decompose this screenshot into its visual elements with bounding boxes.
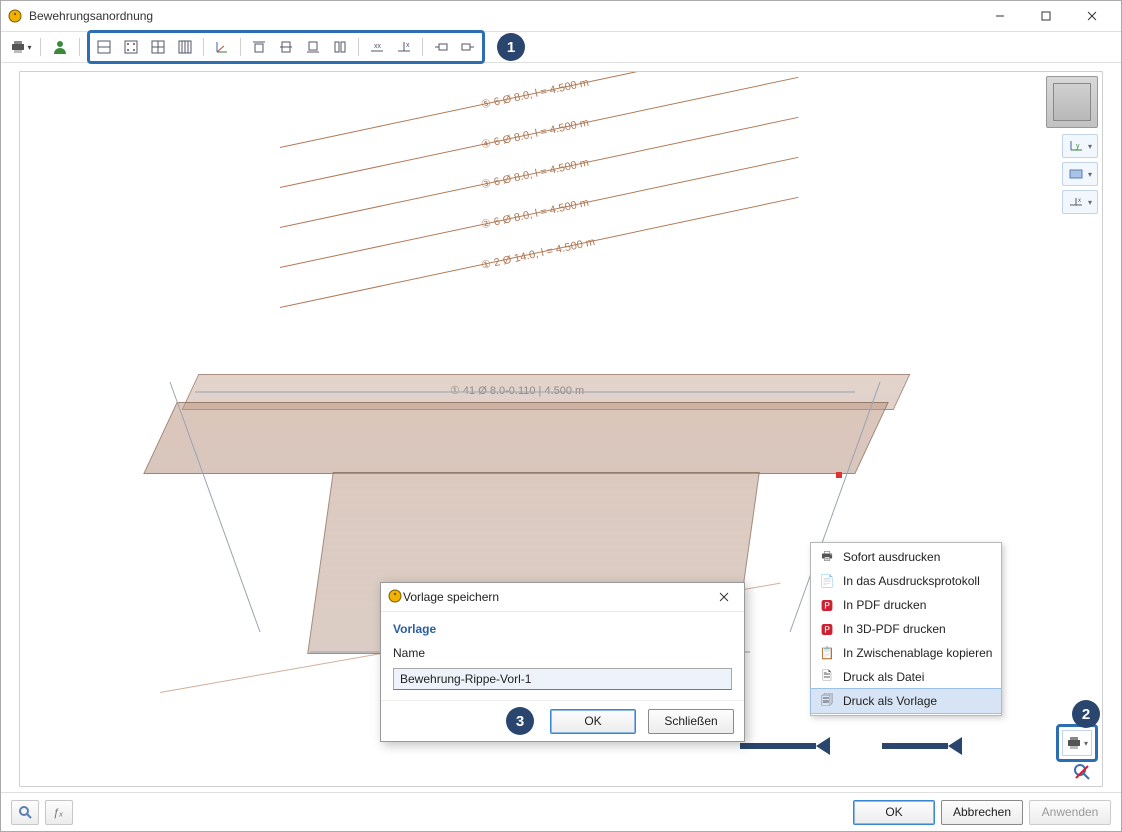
print-context-menu: 🖶Sofort ausdrucken 📄In das Ausdrucksprot… bbox=[810, 542, 1002, 716]
cancel-button[interactable]: Abbrechen bbox=[941, 800, 1023, 825]
main-toolbar: ▾ xx x 1 bbox=[1, 32, 1121, 63]
settings-icon[interactable]: ƒₓ bbox=[45, 800, 73, 825]
view-grid-icon[interactable] bbox=[119, 35, 143, 59]
dialog-close-button-footer[interactable]: Schließen bbox=[648, 709, 734, 734]
zoom-reset-icon[interactable] bbox=[1072, 762, 1092, 782]
view-rebar-icon[interactable] bbox=[173, 35, 197, 59]
dialog-title: Vorlage speichern bbox=[403, 590, 710, 604]
rebar-label-1: ① 2 Ø 14.0, l = 4.500 m bbox=[480, 235, 596, 272]
arrow-menu-to-dialog bbox=[740, 740, 830, 750]
align-bottom-icon[interactable] bbox=[301, 35, 325, 59]
marker-2: 2 bbox=[1072, 700, 1100, 728]
expand-left-icon[interactable] bbox=[429, 35, 453, 59]
close-button[interactable] bbox=[1069, 1, 1115, 31]
window-title: Bewehrungsanordnung bbox=[29, 9, 977, 23]
svg-text:y: y bbox=[1076, 143, 1080, 150]
save-template-dialog: Vorlage speichern Vorlage Name 3 OK Schl… bbox=[380, 582, 745, 742]
distribute-icon[interactable] bbox=[328, 35, 352, 59]
print-dropdown-highlight: ▾ bbox=[1056, 724, 1098, 762]
template-name-input[interactable] bbox=[393, 668, 732, 690]
view-center-icon[interactable] bbox=[146, 35, 170, 59]
footer-bar: ƒₓ OK Abbrechen Anwenden bbox=[1, 792, 1121, 831]
expand-right-icon[interactable] bbox=[456, 35, 480, 59]
pdf-icon: 🅿 bbox=[819, 597, 835, 614]
print-dropdown-button[interactable]: ▾ bbox=[9, 35, 33, 59]
rebar-label-4: ④ 6 Ø 8.0, l = 4.500 m bbox=[480, 116, 590, 152]
axis-icon[interactable] bbox=[210, 35, 234, 59]
view-options-group: xx x bbox=[87, 30, 485, 64]
ok-button[interactable]: OK bbox=[853, 800, 935, 825]
rebar-label-3: ③ 6 Ø 8.0, l = 4.500 m bbox=[480, 156, 590, 192]
dialog-ok-button[interactable]: OK bbox=[550, 709, 636, 734]
template-icon: 🗐 bbox=[819, 691, 835, 712]
app-icon bbox=[7, 8, 23, 24]
name-label: Name bbox=[393, 646, 732, 660]
marker-3: 3 bbox=[506, 707, 534, 735]
viewport-3d[interactable]: y▾ ▾ x▾ ⑤ 6 Ø 8.0, l = 4.500 m ④ 6 Ø 8.0… bbox=[19, 71, 1103, 787]
help-icon[interactable] bbox=[11, 800, 39, 825]
view-cube[interactable] bbox=[1046, 76, 1098, 128]
dimension-y-icon[interactable]: x bbox=[392, 35, 416, 59]
svg-text:xx: xx bbox=[374, 43, 382, 50]
app-icon bbox=[387, 588, 403, 607]
align-middle-icon[interactable] bbox=[274, 35, 298, 59]
ctx-print-now[interactable]: 🖶Sofort ausdrucken bbox=[811, 545, 1001, 569]
rebar-label-2: ② 6 Ø 8.0, l = 4.500 m bbox=[480, 196, 590, 232]
marker-1: 1 bbox=[497, 33, 525, 61]
view-tool-dim[interactable]: x▾ bbox=[1062, 190, 1098, 214]
view-cross-section-icon[interactable] bbox=[92, 35, 116, 59]
view-tool-render[interactable]: ▾ bbox=[1062, 162, 1098, 186]
print-dropdown-bottom[interactable]: ▾ bbox=[1062, 730, 1092, 756]
ctx-print-3dpdf[interactable]: 🅿In 3D-PDF drucken bbox=[811, 617, 1001, 641]
dialog-title-bar: Vorlage speichern bbox=[381, 583, 744, 612]
file-icon: 🗎 bbox=[819, 667, 835, 688]
view-tool-axes[interactable]: y▾ bbox=[1062, 134, 1098, 158]
maximize-button[interactable] bbox=[1023, 1, 1069, 31]
printer-icon: 🖶 bbox=[819, 547, 835, 568]
title-bar: Bewehrungsanordnung bbox=[1, 1, 1121, 32]
minimize-button[interactable] bbox=[977, 1, 1023, 31]
group-label: Vorlage bbox=[393, 622, 732, 636]
ctx-copy-clipboard[interactable]: 📋In Zwischenablage kopieren bbox=[811, 641, 1001, 665]
ctx-print-protocol[interactable]: 📄In das Ausdrucksprotokoll bbox=[811, 569, 1001, 593]
dimension-x-icon[interactable]: xx bbox=[365, 35, 389, 59]
view-side-panel: y▾ ▾ x▾ bbox=[1046, 76, 1098, 216]
ctx-print-pdf[interactable]: 🅿In PDF drucken bbox=[811, 593, 1001, 617]
dialog-close-button[interactable] bbox=[710, 586, 738, 608]
arrow-2-to-menu bbox=[882, 740, 962, 750]
svg-text:x: x bbox=[406, 42, 410, 49]
document-icon: 📄 bbox=[819, 574, 835, 588]
apply-button[interactable]: Anwenden bbox=[1029, 800, 1111, 825]
align-top-icon[interactable] bbox=[247, 35, 271, 59]
svg-text:ƒₓ: ƒₓ bbox=[53, 807, 63, 819]
clipboard-icon: 📋 bbox=[819, 646, 835, 660]
ctx-print-file[interactable]: 🗎Druck als Datei bbox=[811, 665, 1001, 689]
rebar-label-5: ⑤ 6 Ø 8.0, l = 4.500 m bbox=[480, 76, 590, 112]
ctx-print-template[interactable]: 🗐Druck als Vorlage bbox=[811, 689, 1001, 713]
user-icon[interactable] bbox=[48, 35, 72, 59]
pdf-3d-icon: 🅿 bbox=[819, 621, 835, 638]
svg-text:x: x bbox=[1078, 198, 1081, 204]
app-window: Bewehrungsanordnung ▾ xx x bbox=[0, 0, 1122, 832]
